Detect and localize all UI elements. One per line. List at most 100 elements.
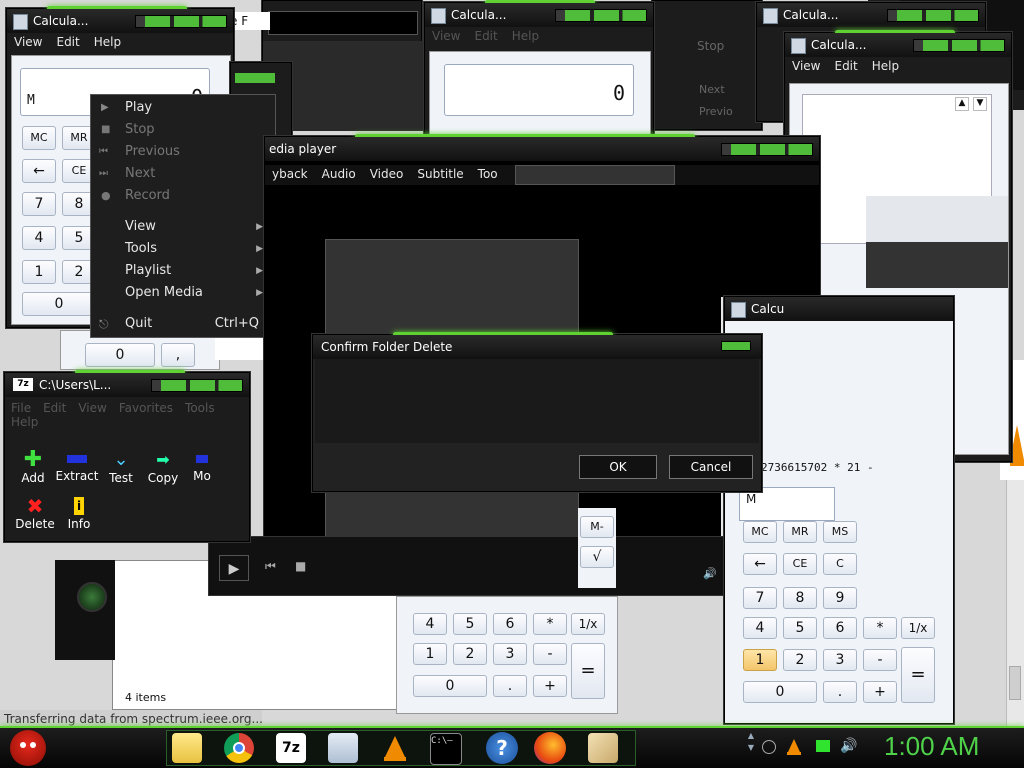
delete-tool[interactable]: ✖ Delete	[13, 495, 57, 535]
menu-view[interactable]: View	[72, 401, 112, 415]
start-button-angry-bird-icon[interactable]	[10, 730, 46, 766]
menu-video[interactable]: Video	[363, 165, 411, 183]
key-decimal[interactable]: .	[823, 681, 857, 703]
menu-item-next[interactable]: ⏭ Next	[91, 163, 275, 185]
tray-battery-icon[interactable]	[816, 740, 830, 752]
key-backspace[interactable]: ←	[22, 159, 56, 183]
menu-audio[interactable]: Audio	[315, 165, 363, 183]
previous-button[interactable]: ⏮	[265, 559, 276, 574]
key-subtract[interactable]: -	[863, 649, 897, 671]
key-c[interactable]: C	[823, 553, 857, 575]
key-4[interactable]: 4	[743, 617, 777, 639]
menu-item-tools[interactable]: Tools ▶	[91, 238, 275, 260]
key-add[interactable]: +	[863, 681, 897, 703]
menu-item-quit[interactable]: ⎋ Quit Ctrl+Q	[91, 313, 275, 335]
taskbar-scroll-arrows-icon[interactable]: ▲ ▼	[746, 730, 756, 766]
window-controls[interactable]	[913, 39, 1005, 52]
spin-down-button[interactable]: ▼	[973, 97, 987, 111]
menu-view[interactable]: View	[425, 27, 467, 45]
key-4[interactable]: 4	[22, 226, 56, 250]
firefox-taskbar-icon[interactable]	[534, 732, 566, 764]
window-controls[interactable]	[135, 15, 227, 28]
add-tool[interactable]: ✚ Add	[15, 449, 51, 489]
key-8[interactable]: 8	[783, 587, 817, 609]
tray-network-icon[interactable]	[762, 740, 776, 754]
file-manager-icon[interactable]	[172, 733, 202, 763]
vlc-taskbar-icon[interactable]	[380, 733, 410, 763]
key-subtract[interactable]: -	[533, 643, 567, 665]
play-button[interactable]: ▶	[219, 555, 249, 581]
tray-volume-icon[interactable]: 🔊	[840, 738, 857, 754]
help-taskbar-icon[interactable]: ?	[486, 732, 518, 764]
calculator-taskbar-icon[interactable]	[328, 733, 358, 763]
scrollbar-thumb[interactable]	[1009, 666, 1021, 700]
key-equals[interactable]: =	[901, 647, 935, 703]
key-mr[interactable]: MR	[783, 521, 817, 543]
key-equals[interactable]: =	[571, 643, 605, 699]
menu-item-stop[interactable]: ■ Stop	[91, 119, 275, 141]
key-decimal-secondary[interactable]: ,	[161, 343, 195, 367]
key-0[interactable]: 0	[743, 681, 817, 703]
menu-help[interactable]: Help	[87, 33, 128, 51]
key-1[interactable]: 1	[743, 649, 777, 671]
key-1[interactable]: 1	[22, 260, 56, 284]
menu-edit[interactable]: Edit	[467, 27, 504, 45]
key-ms[interactable]: MS	[823, 521, 857, 543]
key-reciprocal[interactable]: 1/x	[901, 617, 935, 639]
menu-item-previous[interactable]: ⏮ Previous	[91, 141, 275, 163]
key-ce[interactable]: CE	[783, 553, 817, 575]
menu-playback[interactable]: yback	[265, 165, 315, 183]
key-m-minus[interactable]: M-	[580, 516, 614, 538]
move-tool[interactable]: Mo	[187, 449, 217, 489]
window-controls[interactable]	[721, 143, 813, 156]
info-tool[interactable]: i Info	[61, 495, 97, 535]
window-controls[interactable]	[151, 379, 243, 392]
key-4[interactable]: 4	[413, 613, 447, 635]
key-reciprocal[interactable]: 1/x	[571, 613, 605, 635]
stop-button[interactable]: ■	[295, 559, 306, 573]
key-6[interactable]: 6	[823, 617, 857, 639]
key-0-secondary[interactable]: 0	[85, 343, 155, 367]
chrome-icon[interactable]	[224, 733, 254, 763]
key-1[interactable]: 1	[413, 643, 447, 665]
menu-help[interactable]: Help	[505, 27, 546, 45]
test-tool[interactable]: ⌄ Test	[103, 449, 139, 489]
cancel-button[interactable]: Cancel	[669, 455, 753, 479]
menu-help[interactable]: Help	[865, 57, 906, 75]
key-9[interactable]: 9	[823, 587, 857, 609]
key-0[interactable]: 0	[413, 675, 487, 697]
ok-button[interactable]: OK	[579, 455, 657, 479]
menu-tools[interactable]: Tools	[179, 401, 221, 415]
key-add[interactable]: +	[533, 675, 567, 697]
menu-edit[interactable]: Edit	[49, 33, 86, 51]
sevenzip-taskbar-icon[interactable]: 7z	[276, 733, 306, 763]
menu-edit[interactable]: Edit	[37, 401, 72, 415]
key-mc[interactable]: MC	[743, 521, 777, 543]
title-bar[interactable]: Calcu	[725, 297, 953, 321]
key-decimal[interactable]: .	[493, 675, 527, 697]
terminal-taskbar-icon[interactable]: C:\—	[430, 733, 462, 765]
menu-subtitle[interactable]: Subtitle	[410, 165, 470, 183]
spin-up-button[interactable]: ▲	[955, 97, 969, 111]
menu-item-open-media[interactable]: Open Media ▶	[91, 282, 275, 304]
menu-favorites[interactable]: Favorites	[113, 401, 179, 415]
taskbar-clock[interactable]: 1:00 AM	[884, 731, 979, 762]
menu-edit[interactable]: Edit	[827, 57, 864, 75]
menu-view[interactable]: View	[785, 57, 827, 75]
image-viewer-taskbar-icon[interactable]	[588, 733, 618, 763]
key-2[interactable]: 2	[783, 649, 817, 671]
key-0[interactable]: 0	[22, 292, 96, 316]
menu-item-view[interactable]: View ▶	[91, 216, 275, 238]
key-5[interactable]: 5	[783, 617, 817, 639]
key-5[interactable]: 5	[453, 613, 487, 635]
key-2[interactable]: 2	[453, 643, 487, 665]
key-mc[interactable]: MC	[22, 126, 56, 150]
key-7[interactable]: 7	[743, 587, 777, 609]
key-7[interactable]: 7	[22, 192, 56, 216]
key-3[interactable]: 3	[493, 643, 527, 665]
close-icon[interactable]	[721, 341, 751, 351]
menu-item-play[interactable]: ▶ Play	[91, 97, 275, 119]
window-controls[interactable]	[555, 9, 647, 22]
menu-view[interactable]: View	[7, 33, 49, 51]
dialog-title-bar[interactable]: Confirm Folder Delete	[313, 335, 761, 359]
